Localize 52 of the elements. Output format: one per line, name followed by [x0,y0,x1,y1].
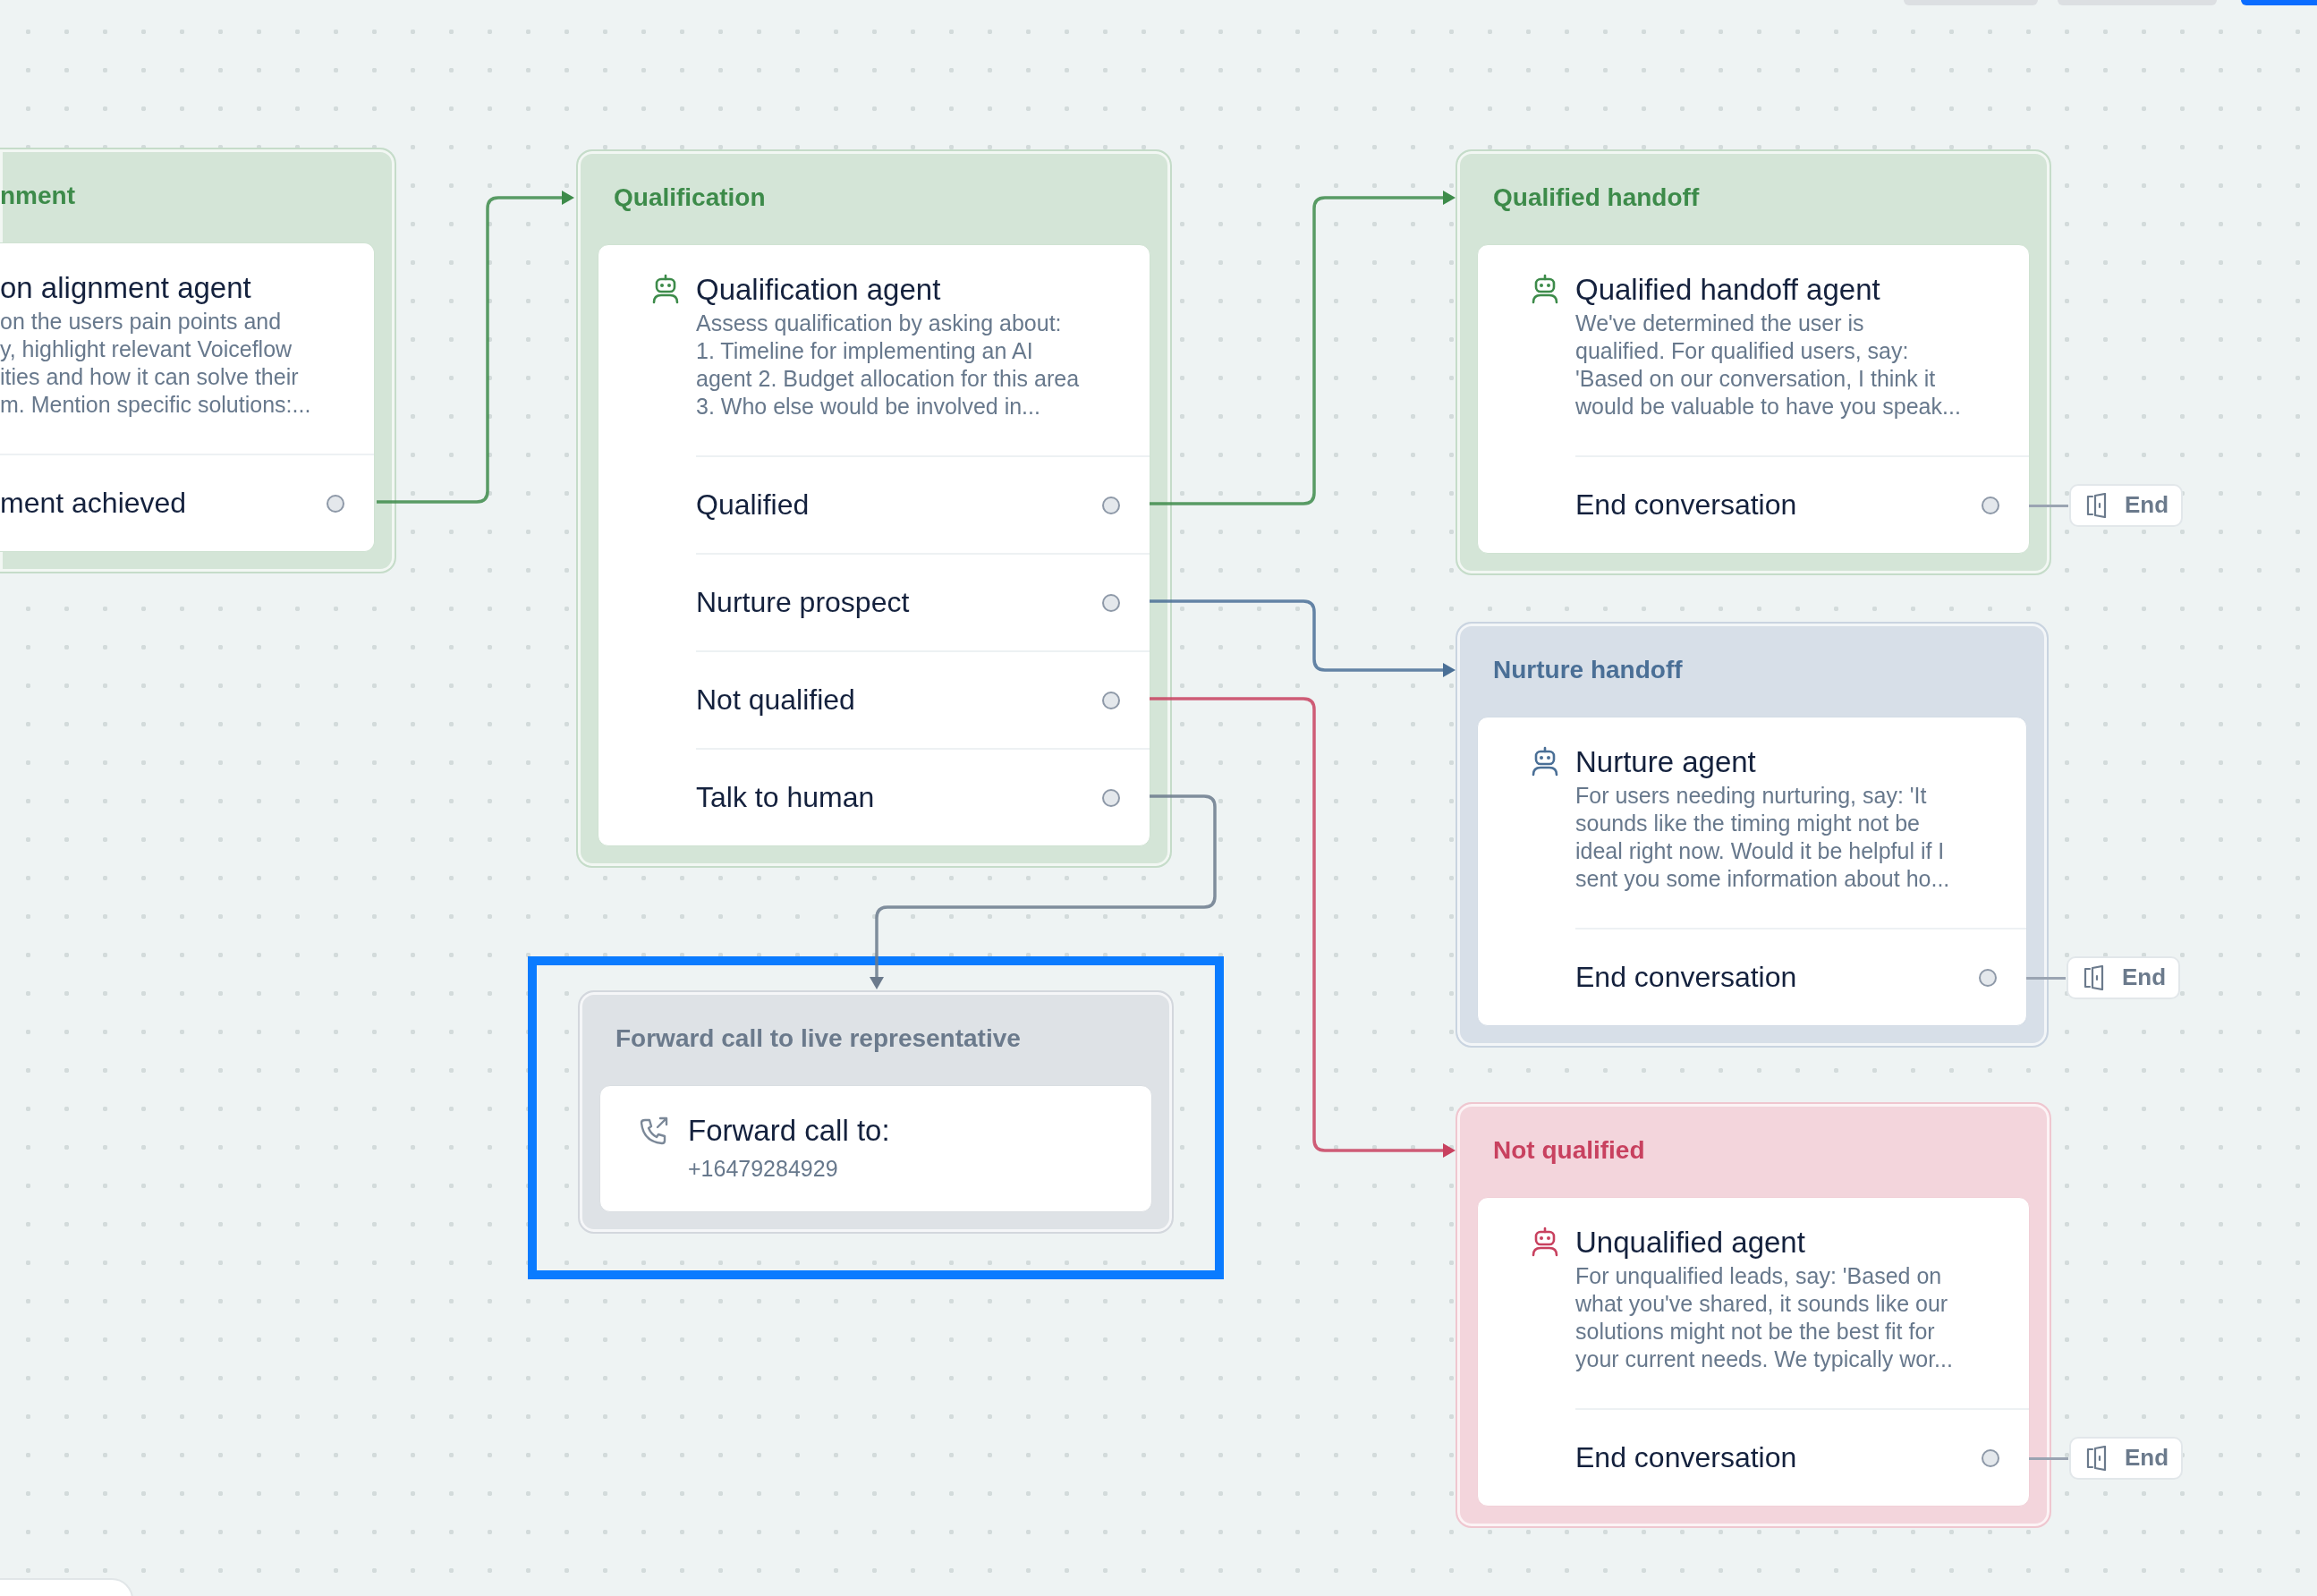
node-title: nment [0,182,75,210]
agent-name: Qualification agent [696,272,942,308]
node-title: Not qualified [1493,1136,1645,1165]
node-card[interactable] [576,149,1172,868]
port-handle[interactable] [1102,593,1120,612]
agent-description: We've determined the user is qualified. For qualified users, say: 'Based on our conversation, I think it would be valuable to have you speak... [1575,310,1961,420]
port-handle[interactable] [1979,968,1997,987]
connector-line [2026,976,2066,980]
node-card[interactable]: nment on alignment agent on the users pain points and y, highlight relevant Voiceflow ities and how it can solve their m. Mention specific solutions:... ment achieved [0,148,396,573]
phone-number: +16479284929 [688,1156,839,1182]
agent-description: For users needing nurturing, say: 'It sounds like the timing might not be ideal right now. Would it be helpful if I sent you some information about ho... [1575,782,1950,893]
agent-name: on alignment agent [0,270,252,306]
agent-name: Qualified handoff agent [1575,272,1881,308]
port-handle[interactable] [1982,1448,1999,1467]
connector-line [2029,504,2068,507]
door-icon [2085,1445,2109,1471]
end-step[interactable]: End [2069,1436,2183,1480]
node-title: Qualified handoff [1493,183,1700,212]
end-step[interactable]: End [2069,483,2183,527]
node-card[interactable]: Forward call to live representative Forward call to: +16479284929 [578,990,1174,1234]
port-label: End conversation [1575,1441,1797,1474]
port-handle[interactable] [1982,496,1999,514]
door-icon [2083,964,2106,990]
port-handle[interactable] [1102,691,1120,709]
node-title: Qualification [614,183,766,212]
agent-description: Assess qualification by asking about: 1. Timeline for implementing an AI agent 2. Budget allocation for this area 3. Who else would be involved in... [696,310,1080,420]
robot-icon [1530,1227,1560,1257]
port-handle[interactable] [1102,788,1120,807]
robot-icon [1530,746,1560,777]
port-label: ment achieved [0,487,187,520]
port-label: Talk to human [696,781,875,814]
port-label: Nurture prospect [696,586,910,619]
end-step[interactable]: End [2067,955,2180,999]
agent-description: For unqualified leads, say: 'Based on what you've shared, it sounds like our solutions might not be the best fit for your current needs. We typically wor... [1575,1262,1953,1373]
node-title: Nurture handoff [1493,656,1683,684]
connector-line [2029,1456,2068,1460]
robot-icon [1530,274,1560,304]
port-label: End conversation [1575,961,1797,994]
node-title: Forward call to live representative [615,1024,1021,1053]
door-icon [2085,492,2109,518]
agent-description: on the users pain points and y, highlight relevant Voiceflow ities and how it can solve their m. Mention specific solutions:... [0,308,311,419]
toolbar-button[interactable] [2241,0,2317,5]
agent-name: Nurture agent [1575,744,1757,780]
port-handle[interactable] [1102,496,1120,514]
phone-icon [638,1115,670,1147]
port-label: End conversation [1575,488,1797,522]
agent-name: Unqualified agent [1575,1225,1806,1261]
action-title: Forward call to: [688,1113,890,1149]
port-label: Not qualified [696,683,855,717]
port-label: Qualified [696,488,810,522]
robot-icon [650,274,681,304]
port-handle[interactable] [327,494,344,513]
